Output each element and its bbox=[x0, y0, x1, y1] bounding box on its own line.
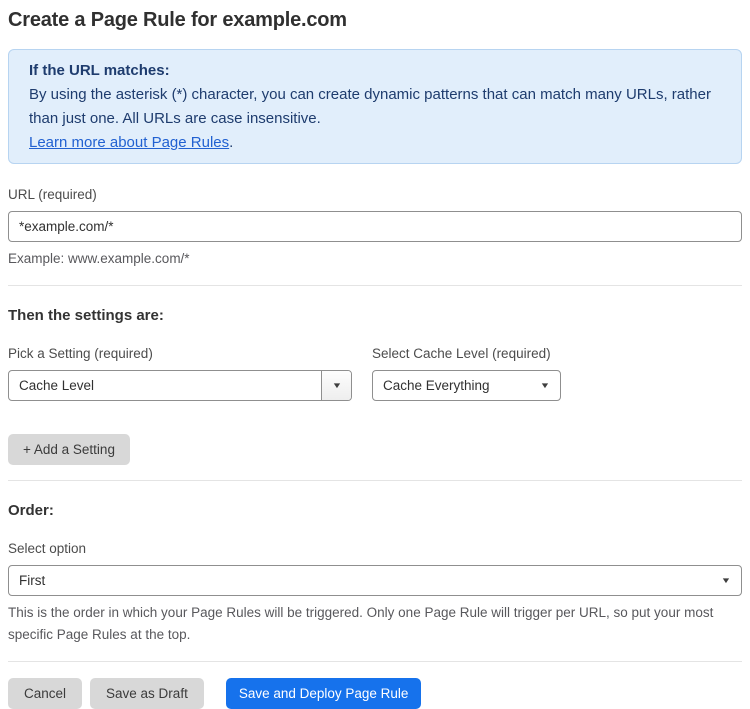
pick-setting-value: Cache Level bbox=[19, 378, 95, 393]
order-select-label: Select option bbox=[8, 541, 87, 556]
divider-order-actions bbox=[8, 661, 742, 662]
page-title: Create a Page Rule for example.com bbox=[8, 9, 347, 31]
divider-url-settings bbox=[8, 285, 742, 286]
url-label: URL (required) bbox=[8, 187, 97, 202]
order-value: First bbox=[19, 573, 46, 588]
save-draft-button[interactable]: Save as Draft bbox=[90, 678, 204, 709]
order-section-heading: Order: bbox=[8, 502, 54, 519]
info-link-row: Learn more about Page Rules. bbox=[29, 131, 721, 155]
chevron-down-icon: ▼ bbox=[720, 575, 741, 585]
page-rule-form: Create a Page Rule for example.com If th… bbox=[0, 0, 750, 709]
save-deploy-button[interactable]: Save and Deploy Page Rule bbox=[225, 678, 422, 709]
cache-level-field: Select Cache Level (required) Cache Ever… bbox=[372, 346, 561, 401]
pick-setting-field: Pick a Setting (required) Cache Level ▼ bbox=[8, 346, 352, 401]
url-input[interactable] bbox=[8, 211, 742, 242]
link-period-text: . bbox=[229, 134, 234, 151]
order-dropdown[interactable]: First ▼ bbox=[8, 565, 742, 596]
cache-level-dropdown[interactable]: Cache Everything ▼ bbox=[372, 370, 561, 401]
cache-level-value: Cache Everything bbox=[383, 378, 490, 393]
settings-row: Pick a Setting (required) Cache Level ▼ … bbox=[8, 346, 742, 401]
dropdown-arrow-glyph: ▼ bbox=[539, 380, 551, 390]
dropdown-arrow-glyph: ▼ bbox=[720, 575, 732, 585]
divider-settings-order bbox=[8, 480, 742, 481]
pick-setting-dropdown[interactable]: Cache Level ▼ bbox=[8, 370, 352, 401]
chevron-down-icon: ▼ bbox=[539, 380, 560, 390]
info-box-body: By using the asterisk (*) character, you… bbox=[29, 86, 711, 127]
dropdown-arrow-glyph: ▼ bbox=[331, 380, 342, 390]
pick-setting-label: Pick a Setting (required) bbox=[8, 346, 153, 361]
url-match-info-box: If the URL matches: By using the asteris… bbox=[8, 49, 742, 164]
url-helper-text: Example: www.example.com/* bbox=[8, 251, 190, 266]
settings-section-heading: Then the settings are: bbox=[8, 307, 164, 324]
chevron-down-icon: ▼ bbox=[321, 371, 351, 400]
actions-row: Cancel Save as Draft Save and Deploy Pag… bbox=[8, 678, 742, 709]
add-setting-button[interactable]: + Add a Setting bbox=[8, 434, 130, 465]
cache-level-label: Select Cache Level (required) bbox=[372, 346, 551, 361]
cancel-button[interactable]: Cancel bbox=[8, 678, 83, 709]
info-box-heading: If the URL matches: bbox=[29, 62, 170, 79]
order-helper-text: This is the order in which your Page Rul… bbox=[8, 605, 714, 642]
learn-more-link[interactable]: Learn more about Page Rules bbox=[29, 134, 229, 151]
